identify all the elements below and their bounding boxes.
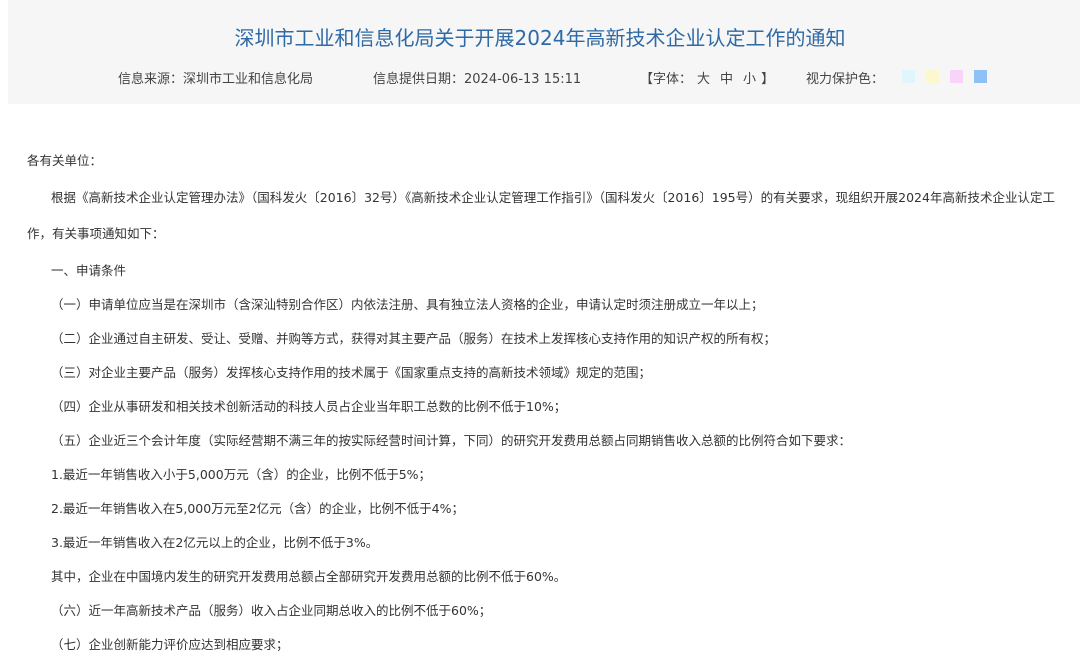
- font-size-small-button[interactable]: 小: [743, 72, 756, 87]
- salutation: 各有关单位：: [27, 153, 103, 168]
- condition-item: （七）企业创新能力评价应达到相应要求；: [51, 637, 289, 652]
- condition-item: （四）企业从事研发和相关技术创新活动的科技人员占企业当年职工总数的比例不低于10…: [51, 399, 567, 414]
- eye-care-swatch-blue[interactable]: [974, 70, 987, 83]
- condition-item: （三）对企业主要产品（服务）发挥核心支持作用的技术属于《国家重点支持的高新技术领…: [51, 365, 652, 380]
- section-heading: 一、申请条件: [51, 263, 127, 278]
- eye-care-label: 视力保护色：: [806, 72, 885, 87]
- eye-care-swatch-cyan[interactable]: [902, 70, 915, 83]
- font-size-prefix: 【字体：: [640, 72, 693, 87]
- eye-care-swatch-pink[interactable]: [950, 70, 963, 83]
- page-title: 深圳市工业和信息化局关于开展2024年高新技术企业认定工作的通知: [234, 26, 846, 50]
- info-source: 信息来源：深圳市工业和信息化局: [118, 72, 314, 87]
- condition-item: （二）企业通过自主研发、受让、受赠、并购等方式，获得对其主要产品（服务）在技术上…: [51, 331, 777, 346]
- eye-care-swatch-yellow[interactable]: [926, 70, 939, 83]
- ratio-subitem: 2.最近一年销售收入在5,000万元至2亿元（含）的企业，比例不低于4%；: [51, 501, 464, 516]
- font-size-suffix: 】: [761, 72, 775, 87]
- font-size-medium-button[interactable]: 中: [720, 72, 733, 87]
- font-size-large-button[interactable]: 大: [697, 72, 710, 87]
- article-body: 各有关单位： 根据《高新技术企业认定管理办法》（国科发火〔2016〕32号）《高…: [27, 144, 1072, 662]
- ratio-subitem: 1.最近一年销售收入小于5,000万元（含）的企业，比例不低于5%；: [51, 467, 432, 482]
- intro-paragraph: 根据《高新技术企业认定管理办法》（国科发火〔2016〕32号）《高新技术企业认定…: [27, 190, 1055, 241]
- article-meta: 信息来源：深圳市工业和信息化局 信息提供日期：2024-06-13 15:11 …: [0, 68, 1080, 92]
- ratio-subitem: 3.最近一年销售收入在2亿元以上的企业，比例不低于3%。: [51, 535, 379, 550]
- condition-item: （一）申请单位应当是在深圳市（含深汕特别合作区）内依法注册、具有独立法人资格的企…: [51, 297, 764, 312]
- info-date: 信息提供日期：2024-06-13 15:11: [373, 72, 582, 87]
- condition-item: （六）近一年高新技术产品（服务）收入占企业同期总收入的比例不低于60%；: [51, 603, 492, 618]
- font-size-selector: 【字体： 大中小】: [640, 68, 774, 92]
- condition-item: （五）企业近三个会计年度（实际经营期不满三年的按实际经营时间计算，下同）的研究开…: [51, 433, 852, 448]
- note-paragraph: 其中，企业在中国境内发生的研究开发费用总额占全部研究开发费用总额的比例不低于60…: [51, 569, 567, 584]
